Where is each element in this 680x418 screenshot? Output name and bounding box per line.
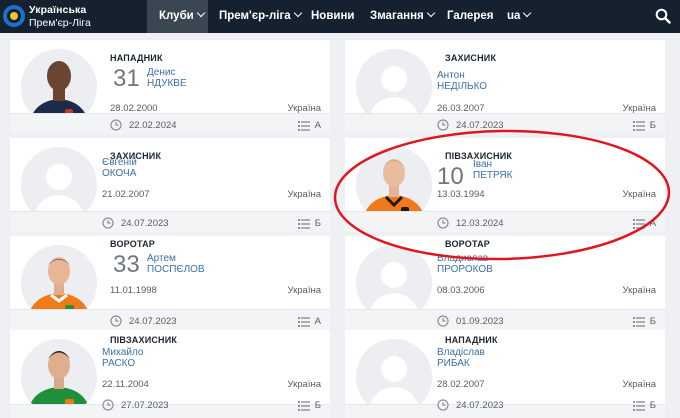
player-position: ВОРОТАР (110, 239, 155, 249)
clock-icon (110, 315, 122, 327)
player-first-name: Артем (147, 253, 176, 264)
nav-news[interactable]: Новини (311, 0, 354, 33)
clock-icon (102, 217, 114, 229)
country: Україна (622, 379, 656, 390)
country: Україна (287, 285, 321, 296)
join-date: 27.07.2023 (121, 400, 169, 411)
player-name-link[interactable]: Михайло РАСКО (102, 347, 143, 369)
nav-gallery[interactable]: Галерея (447, 0, 493, 33)
birth-date: 08.03.2006 (437, 285, 485, 296)
player-last-name: НЕДІЛЬКО (437, 81, 488, 92)
player-first-name: Денис (147, 67, 176, 78)
nav-premier-league-label: Прем'єр-ліга (219, 10, 291, 22)
league-logo-icon (3, 5, 25, 27)
player-card-rasko[interactable]: ПІВЗАХИСНИК Михайло РАСКО 22.11.2004 Укр… (10, 330, 330, 418)
join-date: 22.02.2024 (129, 120, 177, 131)
join-date: 01.09.2023 (456, 316, 504, 327)
nav-language-label: ua (507, 10, 521, 22)
player-last-name: НДУКВЕ (147, 78, 187, 89)
player-card-okocha[interactable]: ЗАХИСНИК Євгеній ОКОЧА 21.02.2007 Україн… (10, 138, 330, 232)
card-footer (345, 404, 665, 418)
clock-icon (102, 399, 114, 411)
squad-flag: А (314, 316, 321, 327)
nav-language[interactable]: ua (507, 0, 532, 33)
search-icon[interactable] (655, 8, 671, 24)
player-name-link[interactable]: Владіслав РИБАК (437, 347, 485, 369)
join-date: 24.07.2023 (129, 316, 177, 327)
chevron-down-icon (196, 8, 205, 18)
chevron-down-icon (293, 8, 302, 18)
country: Україна (622, 285, 656, 296)
player-last-name: РАСКО (102, 358, 136, 369)
nav-clubs-label: Клуби (159, 10, 194, 22)
player-last-name: ПРОРОКОВ (437, 264, 493, 275)
league-logo[interactable]: Українська Прем'єр-Ліга (2, 2, 132, 30)
player-position: НАПАДНИК (445, 335, 498, 345)
player-first-name: Євгеній (102, 157, 137, 168)
player-number: 33 (113, 251, 140, 278)
highlight-ellipse (333, 129, 671, 261)
player-card-nduk[interactable]: НАПАДНИК 31 Денис НДУКВЕ 28.02.2000 Укра… (10, 40, 330, 134)
logo-title-line2: Прем'єр-Ліга (29, 17, 91, 29)
logo-title-line1: Українська (29, 4, 87, 16)
chevron-down-icon (426, 8, 435, 18)
player-card-nedilko[interactable]: ЗАХИСНИК Антон НЕДІЛЬКО 26.03.2007 Украї… (345, 40, 665, 134)
player-number: 31 (113, 65, 140, 92)
nav-competitions[interactable]: Змагання (370, 0, 435, 33)
card-footer (10, 404, 330, 418)
card-footer (10, 211, 330, 232)
squad-flag: Б (314, 218, 321, 229)
squad-flag: Б (649, 316, 656, 327)
player-position: ЗАХИСНИК (445, 53, 497, 63)
player-card-pospielov[interactable]: ВОРОТАР 33 Артем ПОСПЄЛОВ 11.01.1998 Укр… (10, 236, 330, 330)
birth-date: 22.11.2004 (102, 379, 149, 390)
birth-date: 28.02.2007 (437, 379, 485, 390)
player-name-link[interactable]: Денис НДУКВЕ (147, 67, 187, 89)
birth-date: 21.02.2007 (102, 189, 150, 200)
player-position: НАПАДНИК (110, 53, 163, 63)
squad-flag: А (314, 120, 321, 131)
card-footer (345, 309, 665, 330)
player-last-name: ОКОЧА (102, 168, 137, 179)
country: Україна (287, 189, 321, 200)
player-first-name: Антон (437, 70, 465, 81)
list-icon (298, 219, 310, 229)
chevron-down-icon (523, 8, 532, 18)
nav-competitions-label: Змагання (370, 10, 424, 22)
player-first-name: Михайло (102, 347, 144, 358)
list-icon (633, 401, 645, 411)
player-name-link[interactable]: Євгеній ОКОЧА (102, 157, 137, 179)
list-icon (298, 401, 310, 411)
player-last-name: РИБАК (437, 358, 470, 369)
nav-gallery-label: Галерея (447, 10, 494, 22)
list-icon (298, 121, 310, 131)
join-date: 24.07.2023 (456, 400, 504, 411)
player-card-rybak[interactable]: НАПАДНИК Владіслав РИБАК 28.02.2007 Укра… (345, 330, 665, 418)
player-last-name: ПОСПЄЛОВ (147, 264, 205, 275)
clock-icon (110, 119, 122, 131)
nav-premier-league[interactable]: Прем'єр-ліга (219, 0, 302, 33)
birth-date: 11.01.1998 (110, 285, 157, 296)
top-navigation-bar: Українська Прем'єр-Ліга Клуби Прем'єр-лі… (0, 0, 680, 33)
nav-clubs[interactable]: Клуби (147, 0, 208, 33)
join-date: 24.07.2023 (121, 218, 169, 229)
player-name-link[interactable]: Антон НЕДІЛЬКО (437, 70, 487, 92)
player-first-name: Владіслав (437, 347, 485, 358)
nav-news-label: Новини (311, 10, 355, 22)
player-position: ПІВЗАХИСНИК (110, 335, 178, 345)
clock-icon (437, 399, 449, 411)
list-icon (633, 317, 645, 327)
country: Україна (287, 379, 321, 390)
list-icon (298, 317, 310, 327)
clock-icon (437, 315, 449, 327)
squad-flag: Б (314, 400, 321, 411)
player-name-link[interactable]: Артем ПОСПЄЛОВ (147, 253, 205, 275)
squad-flag: Б (649, 400, 656, 411)
